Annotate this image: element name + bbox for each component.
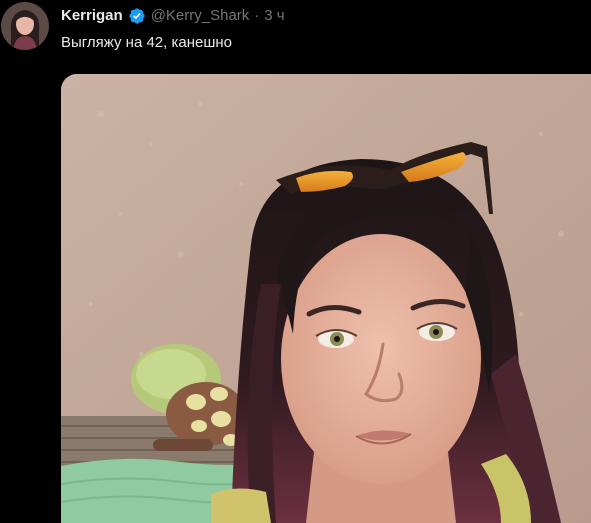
verified-badge-icon[interactable] [128,7,146,25]
author-display-name[interactable]: Kerrigan [61,6,123,26]
tweet-text: Выгляжу на 42, канешно [61,34,233,51]
selfie-photo [61,74,591,523]
profile-avatar-image [1,2,49,50]
tweet-timestamp[interactable]: 3 ч [264,6,284,26]
tweet-media-photo[interactable] [61,74,591,523]
author-handle[interactable]: @Kerry_Shark [151,6,250,26]
separator-dot: · [254,7,260,24]
author-avatar[interactable] [1,2,49,50]
tweet-header: Kerrigan @Kerry_Shark · 3 ч [61,6,285,26]
